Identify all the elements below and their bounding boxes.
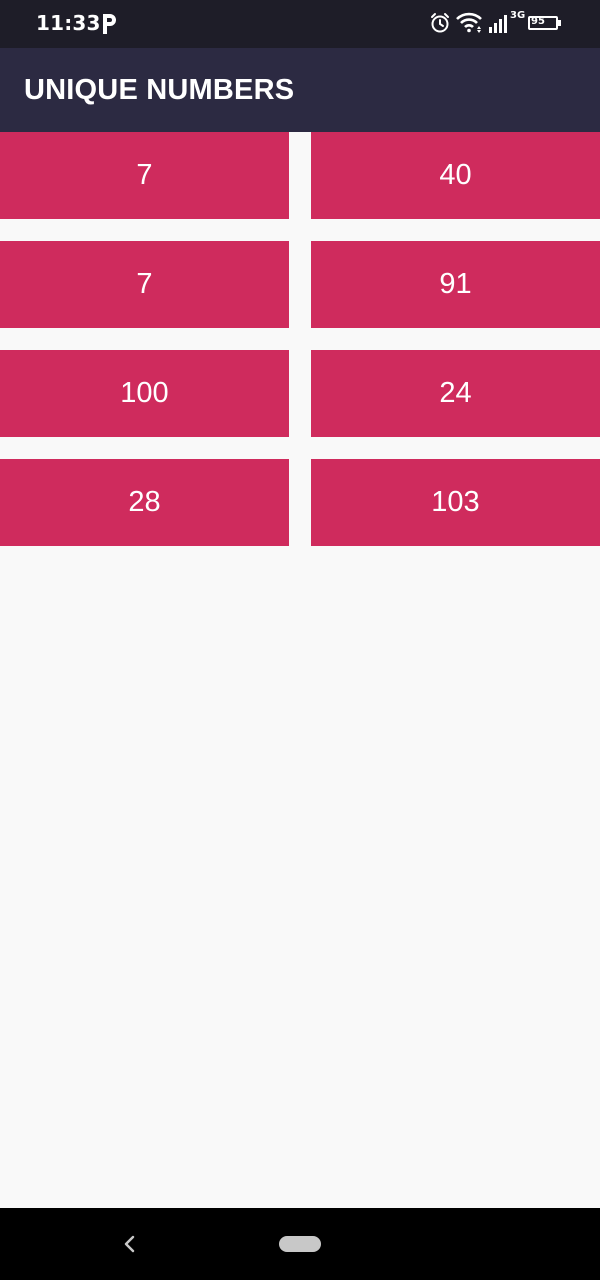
navigation-bar [0, 1208, 600, 1280]
back-icon[interactable] [118, 1232, 142, 1256]
number-cell[interactable]: 100 [0, 350, 289, 437]
alarm-icon [431, 13, 449, 33]
network-type: 3G [510, 10, 526, 21]
signal-icon [489, 15, 507, 33]
app-bar: UNIQUE NUMBERS [0, 48, 600, 132]
battery-tip [558, 20, 561, 26]
p-app-icon [100, 13, 118, 35]
number-cell[interactable]: 28 [0, 459, 289, 546]
status-icons: 3G 95 [430, 10, 566, 36]
status-time: 11:33 [36, 11, 101, 35]
number-cell[interactable]: 7 [0, 241, 289, 328]
battery-level: 95 [531, 16, 545, 27]
page-title: UNIQUE NUMBERS [24, 74, 295, 106]
wifi-icon [456, 12, 482, 33]
number-cell[interactable]: 91 [311, 241, 600, 328]
number-cell[interactable]: 103 [311, 459, 600, 546]
number-cell[interactable]: 24 [311, 350, 600, 437]
battery-icon: 95 [528, 16, 558, 30]
home-pill-icon[interactable] [279, 1236, 321, 1252]
number-cell[interactable]: 7 [0, 132, 289, 219]
status-bar: 11:33 3G 95 [0, 0, 600, 48]
number-cell[interactable]: 40 [311, 132, 600, 219]
